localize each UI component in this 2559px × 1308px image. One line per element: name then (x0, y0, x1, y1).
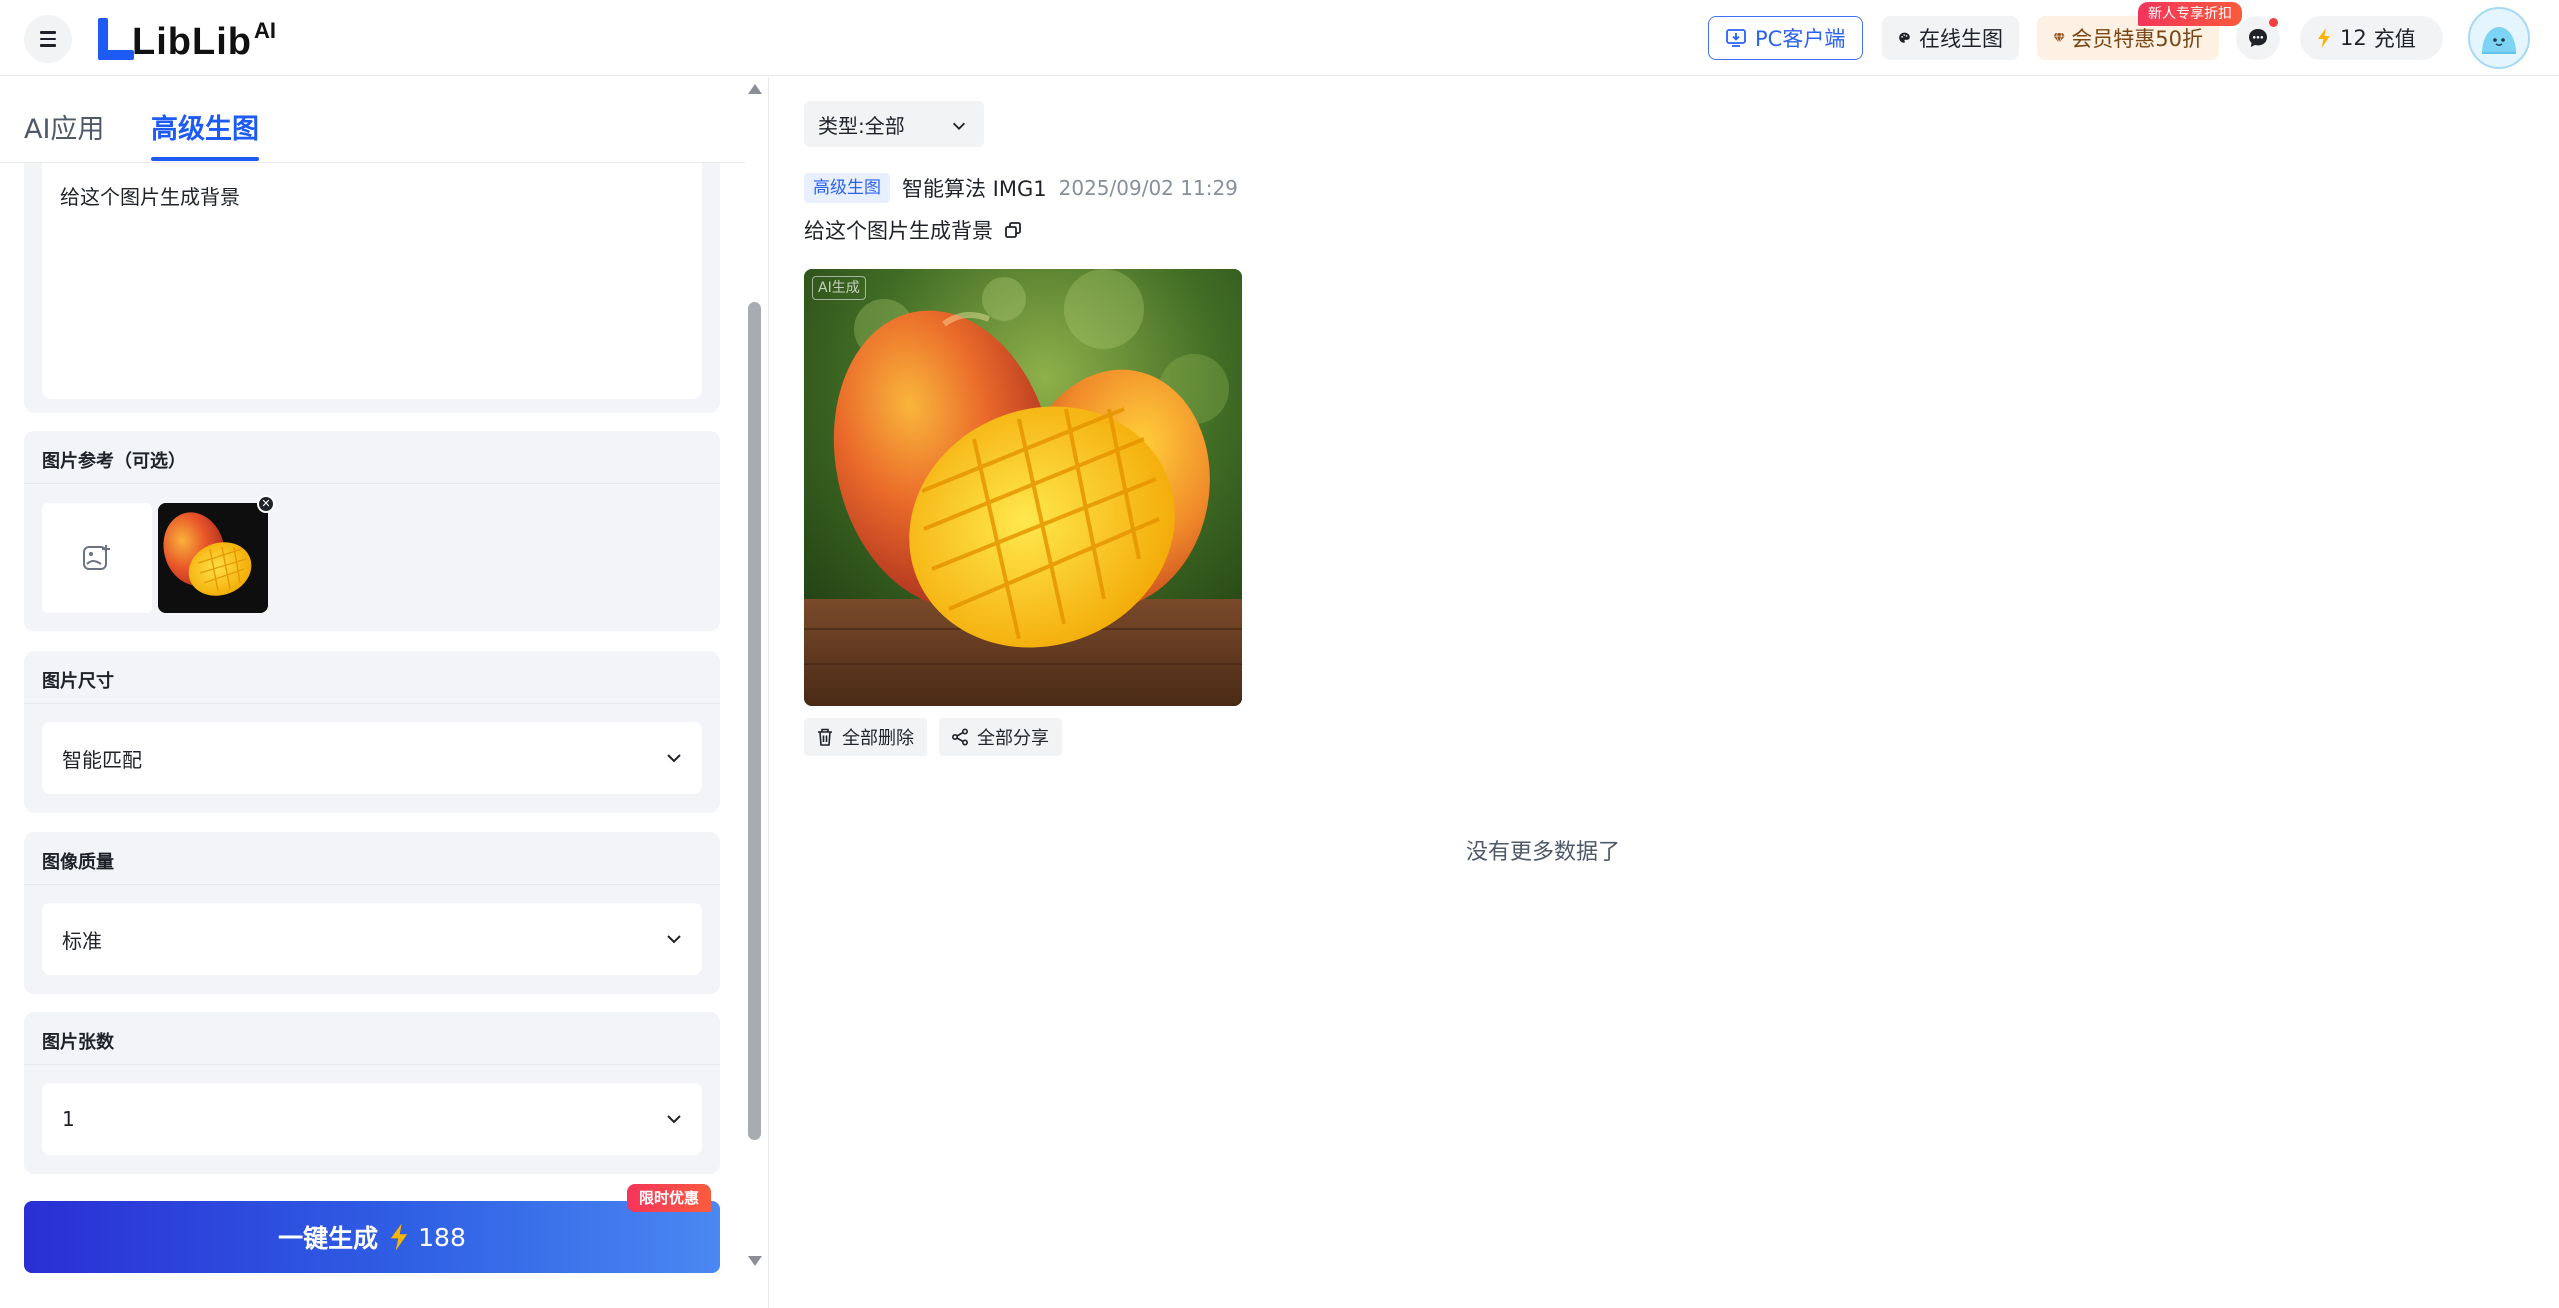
recharge-label: 充值 (2373, 27, 2416, 51)
vip-label: 会员特惠50折 (2071, 27, 2203, 51)
mango-thumbnail-image (158, 503, 268, 613)
image-reference-title: 图片参考（可选） (42, 451, 186, 472)
limited-offer-badge: 限时优惠 (627, 1184, 712, 1212)
image-size-value: 智能匹配 (62, 747, 142, 772)
logo-suffix: AI (253, 18, 276, 43)
chevron-down-icon (667, 935, 681, 944)
left-panel: AI应用 高级生图 给这个图片生成背景 图片参考（可选） ✕ 图片尺寸 智能匹配… (0, 77, 745, 1308)
divider (24, 483, 720, 484)
trash-icon (818, 728, 832, 746)
lightning-icon (2318, 28, 2330, 48)
user-avatar[interactable] (2468, 7, 2530, 69)
copy-icon[interactable] (1003, 220, 1023, 240)
image-count-title: 图片张数 (42, 1032, 114, 1053)
chevron-down-icon (667, 1115, 681, 1124)
tab-advanced-gen[interactable]: 高级生图 (151, 107, 259, 146)
remove-reference-button[interactable]: ✕ (257, 495, 275, 513)
image-count-card: 图片张数 1 (24, 1012, 720, 1174)
generated-image[interactable]: AI生成 (804, 269, 1242, 706)
result-type-tag: 高级生图 (804, 173, 890, 203)
recharge-button[interactable]: 12 充值 (2300, 16, 2443, 60)
pc-client-button[interactable]: PC客户端 (1708, 16, 1863, 60)
image-count-value: 1 (62, 1107, 75, 1131)
points-count: 12 (2340, 26, 2367, 50)
image-quality-title: 图像质量 (42, 852, 114, 873)
share-icon (951, 728, 969, 746)
download-monitor-icon (1726, 29, 1746, 47)
image-count-select[interactable]: 1 (42, 1083, 702, 1155)
delete-all-button[interactable]: 全部删除 (804, 718, 927, 756)
generate-button[interactable]: 一键生成 188 (24, 1201, 720, 1273)
pc-client-label: PC客户端 (1755, 27, 1846, 51)
add-image-icon (83, 545, 110, 570)
image-quality-value: 标准 (62, 928, 102, 953)
type-filter-value: 类型:全部 (818, 113, 905, 138)
online-gen-label: 在线生图 (1919, 27, 2003, 51)
reference-thumbnail[interactable] (158, 503, 268, 613)
generate-cost: 188 (418, 1222, 466, 1252)
divider (24, 703, 720, 704)
share-all-label: 全部分享 (977, 728, 1049, 749)
diamond-icon (2053, 33, 2065, 44)
left-panel-scrollbar[interactable] (748, 302, 761, 1140)
menu-icon (40, 31, 56, 34)
logo-mark-icon (94, 18, 134, 62)
delete-all-label: 全部删除 (842, 728, 914, 749)
result-prompt: 给这个图片生成背景 (804, 214, 1023, 246)
lightning-icon (390, 1223, 408, 1251)
result-model: 智能算法 IMG1 (902, 177, 1047, 201)
notification-dot (2269, 18, 2278, 27)
result-meta: 高级生图 智能算法 IMG1 2025/09/02 11:29 (804, 172, 1238, 204)
avatar-mascot-icon (2482, 27, 2516, 54)
image-size-title: 图片尺寸 (42, 671, 114, 692)
no-more-data-text: 没有更多数据了 (1466, 840, 1621, 865)
scroll-down-arrow[interactable] (748, 1256, 762, 1266)
image-reference-card: 图片参考（可选） ✕ (24, 431, 720, 631)
chevron-down-icon (952, 122, 966, 130)
menu-icon-bar (40, 37, 56, 40)
generate-label: 一键生成 (278, 1224, 379, 1253)
chevron-down-icon (667, 754, 681, 763)
mango-generated-image (804, 269, 1242, 706)
prompt-textarea[interactable]: 给这个图片生成背景 (42, 163, 702, 399)
divider (24, 884, 720, 885)
result-prompt-text: 给这个图片生成背景 (804, 219, 993, 243)
tab-ai-apps[interactable]: AI应用 (24, 107, 104, 146)
online-gen-button[interactable]: 在线生图 (1882, 16, 2019, 60)
logo-text: LibLib (132, 21, 252, 63)
liblib-logo[interactable]: LibLib AI (94, 16, 276, 62)
menu-button[interactable] (24, 15, 72, 63)
image-size-card: 图片尺寸 智能匹配 (24, 651, 720, 813)
top-header: LibLib AI PC客户端 在线生图 会员特惠50折 新人专享折扣 12 充… (0, 0, 2559, 76)
share-all-button[interactable]: 全部分享 (939, 718, 1062, 756)
upload-image-button[interactable] (42, 503, 152, 613)
panel-divider (768, 77, 769, 1308)
ai-generated-mark: AI生成 (812, 276, 866, 300)
chat-bubble-icon (2249, 29, 2267, 47)
image-quality-card: 图像质量 标准 (24, 832, 720, 994)
active-tab-indicator (151, 157, 259, 161)
result-timestamp: 2025/09/02 11:29 (1058, 176, 1238, 200)
type-filter-select[interactable]: 类型:全部 (804, 101, 984, 147)
menu-icon-bar (40, 44, 56, 47)
image-quality-select[interactable]: 标准 (42, 903, 702, 975)
divider (24, 1064, 720, 1065)
mode-tabs: AI应用 高级生图 (0, 77, 745, 163)
image-size-select[interactable]: 智能匹配 (42, 722, 702, 794)
scroll-up-arrow[interactable] (748, 84, 762, 94)
palette-icon (1899, 32, 1910, 43)
prompt-text: 给这个图片生成背景 (60, 185, 240, 209)
new-user-discount-badge: 新人专享折扣 (2138, 2, 2242, 26)
